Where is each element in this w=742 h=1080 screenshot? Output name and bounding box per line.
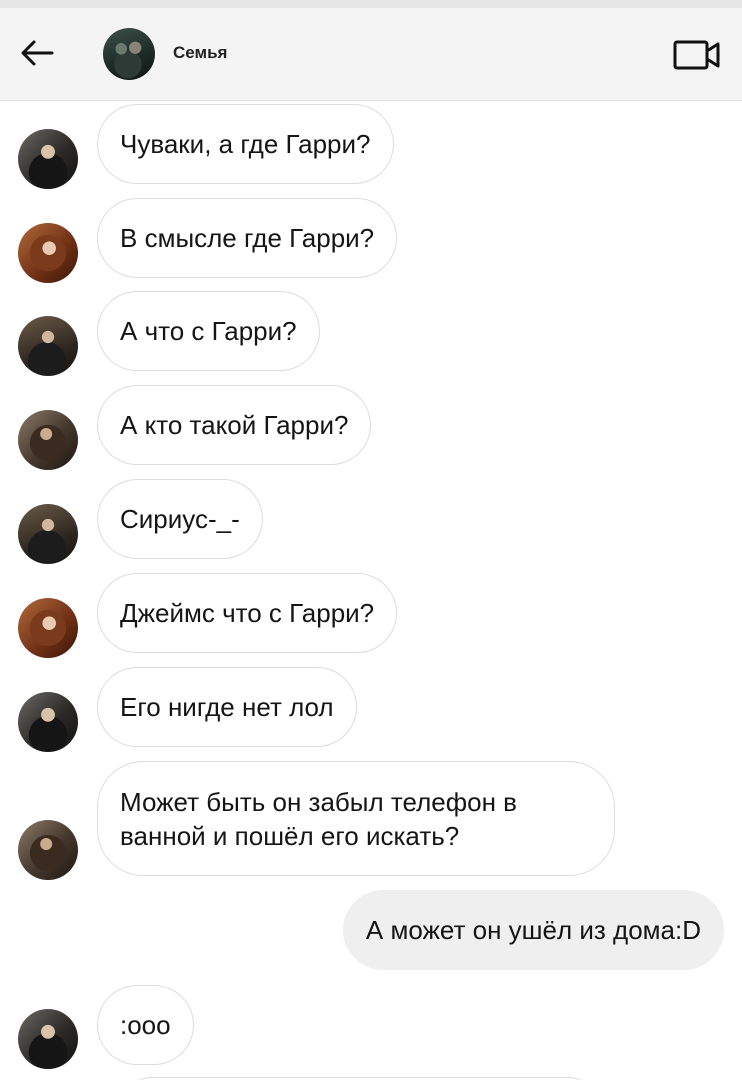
sender-avatar[interactable] — [18, 504, 78, 564]
outgoing-message-bubble[interactable]: А может он ушёл из дома:D — [342, 890, 724, 970]
video-call-button[interactable] — [672, 38, 722, 72]
sender-avatar[interactable] — [18, 692, 78, 752]
message-text: Чуваки, а где Гарри? — [120, 129, 371, 159]
chat-title[interactable]: Семья — [173, 43, 227, 63]
sender-avatar[interactable] — [18, 820, 78, 880]
sender-avatar[interactable] — [18, 1009, 78, 1069]
status-bar — [0, 0, 742, 8]
message-bubble[interactable]: А кто такой Гарри? — [97, 385, 372, 465]
message-bubble[interactable]: :ооо — [97, 985, 194, 1065]
message-text: В смысле где Гарри? — [120, 223, 375, 253]
sender-avatar[interactable] — [18, 598, 78, 658]
message-list[interactable]: Чуваки, а где Гарри? В смысле где Гарри?… — [0, 101, 742, 1080]
sender-avatar[interactable] — [18, 410, 78, 470]
message-text: А кто такой Гарри? — [120, 410, 349, 440]
message-text: Может быть он забыл телефон в ванной и п… — [120, 786, 517, 851]
message-text: Его нигде нет лол — [120, 692, 334, 722]
message-bubble[interactable]: Его нигде нет лол — [97, 667, 357, 747]
message-bubble[interactable]: А что с Гарри? — [97, 291, 320, 371]
back-button[interactable] — [18, 38, 58, 68]
message-text: А что с Гарри? — [120, 316, 297, 346]
group-avatar[interactable] — [103, 28, 155, 80]
sender-avatar[interactable] — [18, 129, 78, 189]
chat-header: Семья — [0, 8, 742, 101]
video-camera-icon — [673, 40, 720, 70]
message-bubble[interactable]: Может быть он забыл телефон в ванной и п… — [97, 761, 615, 876]
message-text: Сириус-_- — [120, 504, 240, 534]
message-text: Джеймс что с Гарри? — [120, 598, 375, 628]
sender-avatar[interactable] — [18, 223, 78, 283]
sender-avatar[interactable] — [18, 316, 78, 376]
message-text: А может он ушёл из дома:D — [365, 915, 701, 945]
message-bubble[interactable]: Джеймс что с Гарри? — [97, 573, 398, 653]
message-bubble[interactable]: В смысле где Гарри? — [97, 198, 398, 278]
message-bubble[interactable]: Сириус-_- — [97, 479, 263, 559]
arrow-left-icon — [21, 40, 54, 66]
message-text: :ооо — [120, 1010, 171, 1040]
message-bubble[interactable]: Чуваки, а где Гарри? — [97, 104, 394, 184]
